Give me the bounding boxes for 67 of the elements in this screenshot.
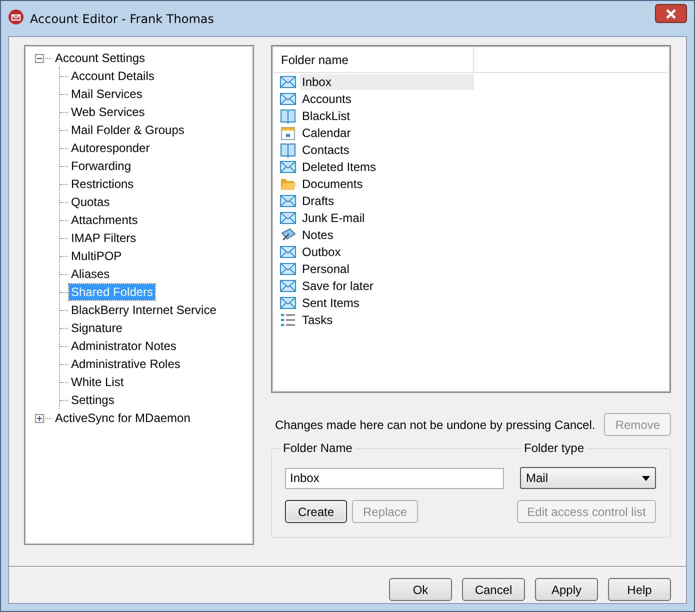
folder-item[interactable]: Accounts bbox=[300, 90, 474, 106]
column-header[interactable]: Folder name bbox=[274, 48, 474, 72]
folder-item[interactable]: Outbox bbox=[300, 244, 474, 260]
folder-item[interactable]: Save for later bbox=[300, 278, 474, 294]
folder-item[interactable]: Documents bbox=[300, 176, 474, 192]
folder-item[interactable]: Calendar bbox=[300, 124, 474, 140]
folder-item[interactable]: Junk E-mail bbox=[300, 210, 474, 226]
envelope-icon bbox=[280, 260, 296, 276]
folder-item[interactable]: BlackList bbox=[300, 108, 474, 124]
tree-item[interactable]: Restrictions bbox=[69, 176, 136, 192]
notepad-icon bbox=[280, 226, 296, 242]
tree-item[interactable]: BlackBerry Internet Service bbox=[69, 302, 218, 318]
dialog-button[interactable]: Ok bbox=[389, 578, 452, 601]
tree-item[interactable]: Attachments bbox=[69, 212, 140, 228]
folder-item[interactable]: Inbox bbox=[300, 74, 474, 90]
folder-name-field[interactable]: Inbox bbox=[285, 468, 504, 488]
expand-toggle[interactable] bbox=[35, 414, 44, 422]
tree-item[interactable]: Autoresponder bbox=[69, 140, 152, 156]
list-icon bbox=[280, 312, 296, 328]
envelope-icon bbox=[280, 210, 296, 226]
dialog-button[interactable]: Cancel bbox=[462, 578, 525, 601]
group-label: Folder Name bbox=[281, 441, 356, 455]
tree-item[interactable]: Administrative Roles bbox=[69, 356, 182, 372]
tree-item[interactable]: Signature bbox=[69, 320, 124, 336]
app-icon bbox=[8, 9, 24, 25]
tree-item[interactable]: IMAP Filters bbox=[69, 230, 138, 246]
tree-item[interactable]: Account Settings bbox=[53, 50, 148, 66]
group-label: Folder type bbox=[522, 441, 588, 455]
tree-item[interactable]: ActiveSync for MDaemon bbox=[53, 410, 192, 426]
window-title: Account Editor - Frank Thomas bbox=[30, 12, 214, 26]
tree-item[interactable]: Forwarding bbox=[69, 158, 134, 174]
close-button[interactable] bbox=[655, 4, 687, 23]
folder-item[interactable]: Notes bbox=[300, 226, 474, 242]
envelope-icon bbox=[280, 90, 296, 106]
tree-item[interactable]: Quotas bbox=[69, 194, 112, 210]
tree-item[interactable]: Mail Folder & Groups bbox=[69, 122, 186, 138]
dialog-button[interactable]: Help bbox=[608, 578, 671, 601]
tree-item[interactable]: Mail Services bbox=[69, 86, 144, 102]
folder-type-dropdown[interactable]: Mail bbox=[520, 467, 656, 489]
tree-item[interactable]: MultiPOP bbox=[69, 248, 124, 264]
folder-item[interactable]: Drafts bbox=[300, 192, 474, 208]
folder-item[interactable]: Tasks bbox=[300, 312, 474, 328]
book-icon bbox=[280, 108, 296, 124]
tree-item[interactable]: White List bbox=[69, 374, 126, 390]
tree-item[interactable]: Administrator Notes bbox=[69, 338, 178, 354]
folder-action-button[interactable]: Create bbox=[285, 500, 347, 523]
envelope-icon bbox=[280, 74, 296, 90]
close-icon bbox=[664, 8, 678, 20]
envelope-icon bbox=[280, 192, 296, 208]
collapse-toggle[interactable] bbox=[35, 54, 44, 62]
envelope-icon bbox=[280, 158, 296, 174]
folder-item[interactable]: Personal bbox=[300, 260, 474, 276]
folder-item[interactable]: Contacts bbox=[300, 142, 474, 158]
notice-text: Changes made here can not be undone by pressing Cancel. bbox=[275, 418, 596, 432]
envelope-icon bbox=[280, 278, 296, 294]
envelope-icon bbox=[280, 294, 296, 310]
envelope-icon bbox=[280, 244, 296, 260]
book-icon bbox=[280, 142, 296, 158]
dialog-button[interactable]: Apply bbox=[535, 578, 598, 601]
tree-item[interactable]: Aliases bbox=[69, 266, 112, 282]
tree-item[interactable]: Settings bbox=[69, 392, 116, 408]
tree-item[interactable]: Account Details bbox=[69, 68, 156, 84]
caret-icon bbox=[642, 476, 650, 480]
tree-item[interactable]: Web Services bbox=[69, 104, 147, 120]
folder-item[interactable]: Deleted Items bbox=[300, 158, 474, 174]
calendar-icon bbox=[280, 124, 296, 140]
folder-item[interactable]: Sent Items bbox=[300, 294, 474, 310]
